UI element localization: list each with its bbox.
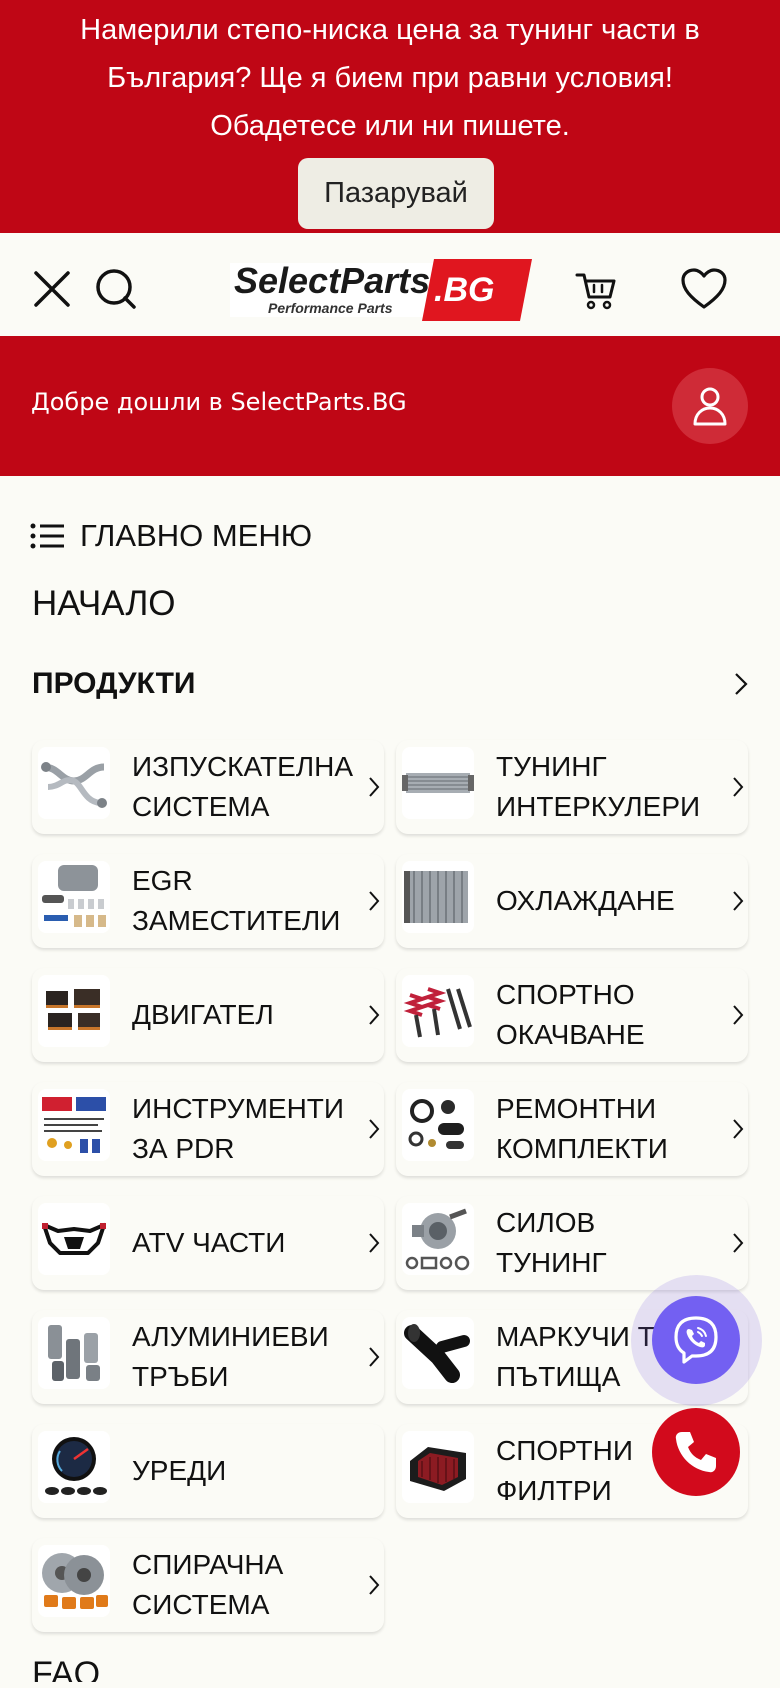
chevron-right-icon — [733, 777, 744, 797]
silicone-hose-icon — [402, 1317, 474, 1389]
category-card-cooling[interactable]: Охлаждане — [396, 854, 748, 948]
category-card-egr[interactable]: EGR заместители — [32, 854, 384, 948]
category-label: ATV части — [132, 1227, 286, 1258]
gauges-icon — [38, 1431, 110, 1503]
chevron-right-icon — [733, 1119, 744, 1139]
category-label: Спортно окачване — [496, 979, 645, 1050]
air-filter-icon — [402, 1431, 474, 1503]
category-label: Двигател — [132, 999, 274, 1030]
category-card-intercoolers[interactable]: Тунинг интеркулери — [396, 740, 748, 834]
chevron-right-icon — [369, 1575, 380, 1595]
category-label: EGR заместители — [132, 865, 341, 936]
site-logo[interactable]: SelectParts .BG Performance Parts — [230, 257, 532, 323]
chevron-right-icon — [369, 1347, 380, 1367]
category-card-atv[interactable]: ATV части — [32, 1196, 384, 1290]
category-label: Ремонтни комплекти — [496, 1093, 668, 1164]
welcome-text: Добре дошли в SelectParts.BG — [31, 388, 407, 416]
products-label: ПРОДУКТИ — [32, 667, 196, 700]
chevron-right-icon — [369, 891, 380, 911]
viber-icon — [674, 1316, 718, 1364]
category-label: Уреди — [132, 1455, 227, 1486]
category-card-brakes[interactable]: Спирачна система — [32, 1538, 384, 1632]
search-icon[interactable] — [94, 267, 138, 311]
category-card-engine[interactable]: Двигател — [32, 968, 384, 1062]
shop-button[interactable]: Пазарувай — [298, 158, 494, 229]
chevron-right-icon — [369, 1119, 380, 1139]
egr-kit-icon — [38, 861, 110, 933]
chevron-right-icon — [369, 777, 380, 797]
category-label: Спирачна система — [132, 1549, 284, 1620]
promo-banner: Намерили степо-ниска цена за тунинг част… — [0, 0, 780, 233]
site-header: SelectParts .BG Performance Parts — [0, 233, 780, 336]
account-button[interactable] — [672, 368, 748, 444]
phone-icon — [675, 1432, 716, 1473]
logo-tagline: Performance Parts — [268, 300, 393, 316]
nav-faq[interactable]: FAQ — [32, 1652, 100, 1682]
category-card-repair-kits[interactable]: Ремонтни комплекти — [396, 1082, 748, 1176]
logo-main-text: SelectParts — [234, 260, 430, 301]
engine-parts-icon — [38, 975, 110, 1047]
chevron-right-icon — [369, 1233, 380, 1253]
logo-suffix-text: .BG — [434, 271, 494, 309]
main-menu-title: ГЛАВНО МЕНЮ — [80, 518, 313, 553]
category-card-exhaust[interactable]: Изпускателна система — [32, 740, 384, 834]
category-label: Инструменти за PDR — [132, 1093, 345, 1164]
category-label: Силов тунинг — [496, 1207, 607, 1278]
chevron-right-icon — [369, 1005, 380, 1025]
pdr-tools-icon — [38, 1089, 110, 1161]
chevron-right-icon — [733, 891, 744, 911]
category-card-gauges[interactable]: Уреди — [32, 1424, 384, 1518]
welcome-bar: Добре дошли в SelectParts.BG — [0, 336, 780, 476]
intercooler-icon — [402, 747, 474, 819]
atv-bumper-icon — [38, 1203, 110, 1275]
nav-home[interactable]: НАЧАЛО — [32, 584, 176, 624]
chevron-right-icon — [733, 1005, 744, 1025]
category-label: Алуминиеви тръби — [132, 1321, 329, 1392]
nav-products[interactable]: ПРОДУКТИ — [32, 662, 748, 706]
chevron-right-icon — [733, 1233, 744, 1253]
category-label: Тунинг интеркулери — [496, 751, 701, 822]
category-card-suspension[interactable]: Спортно окачване — [396, 968, 748, 1062]
viber-button[interactable] — [652, 1296, 740, 1384]
radiator-icon — [402, 861, 474, 933]
exhaust-manifold-icon — [38, 747, 110, 819]
wishlist-heart-icon[interactable] — [680, 267, 728, 311]
category-card-aluminum-pipes[interactable]: Алуминиеви тръби — [32, 1310, 384, 1404]
coilovers-icon — [402, 975, 474, 1047]
user-icon — [693, 387, 727, 426]
category-label: Изпускателна система — [132, 751, 354, 822]
main-menu-heading: ГЛАВНО МЕНЮ — [30, 516, 312, 556]
category-grid: Изпускателна система Тунинг интеркулери … — [32, 740, 748, 1632]
cart-icon[interactable] — [574, 267, 618, 311]
category-label: Охлаждане — [496, 885, 675, 916]
brake-discs-icon — [38, 1545, 110, 1617]
close-icon[interactable] — [30, 267, 74, 311]
repair-kit-icon — [402, 1089, 474, 1161]
promo-text: Намерили степо-ниска цена за тунинг част… — [80, 14, 700, 142]
category-card-pdr-tools[interactable]: Инструменти за PDR — [32, 1082, 384, 1176]
menu-list-icon — [30, 523, 64, 549]
call-button[interactable] — [652, 1408, 740, 1496]
turbocharger-icon — [402, 1203, 474, 1275]
chevron-right-icon — [735, 673, 748, 695]
aluminum-pipes-icon — [38, 1317, 110, 1389]
